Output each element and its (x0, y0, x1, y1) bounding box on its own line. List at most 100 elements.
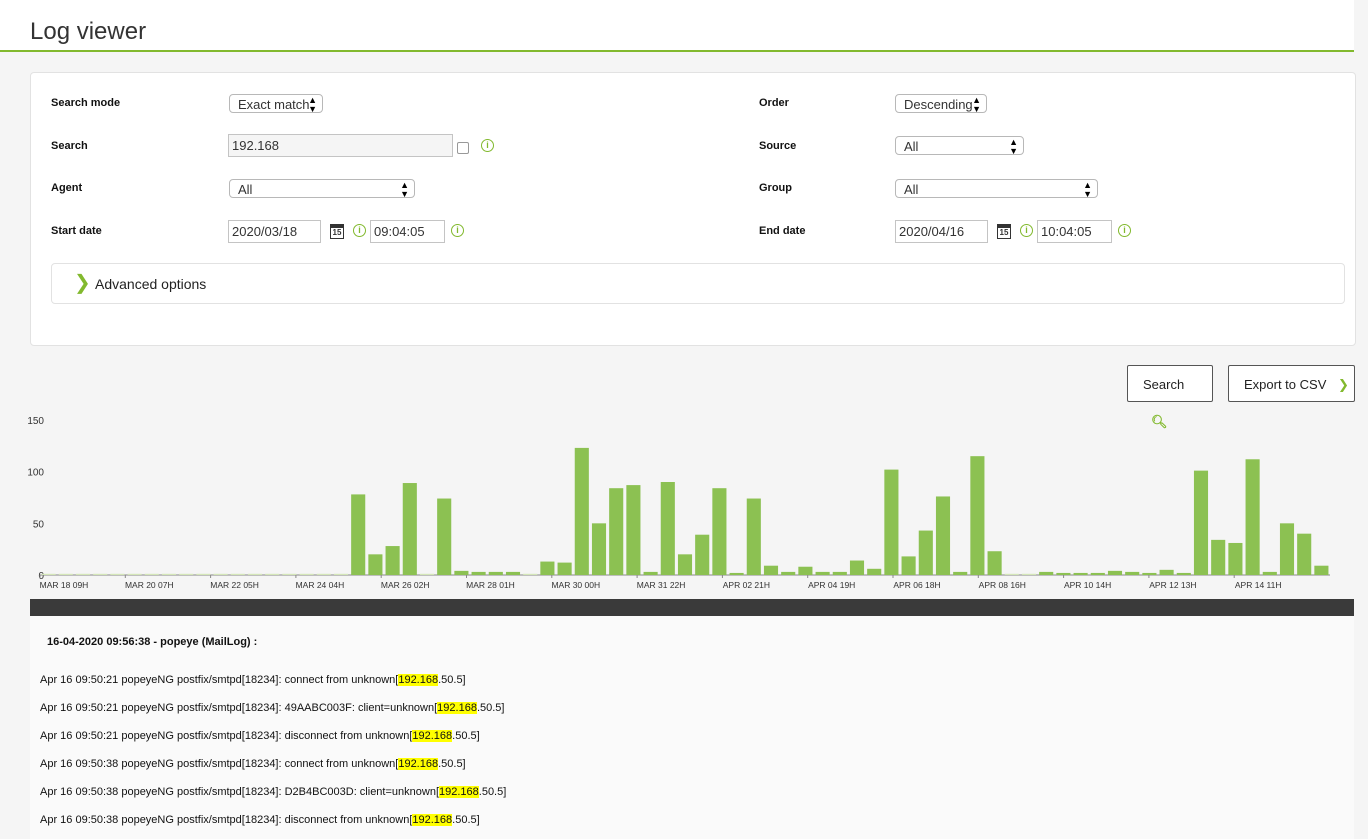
chart-bar (935, 496, 951, 575)
chart-bar (1245, 459, 1260, 575)
chart-bar (918, 530, 933, 575)
x-tick-label: APR 02 21H (723, 580, 770, 590)
log-entry-header: 16-04-2020 09:56:38 - popeye (MailLog) : (47, 636, 258, 648)
log-line: Apr 16 09:50:21 popeyeNG postfix/smtpd[1… (40, 674, 466, 686)
chart-bar (798, 566, 813, 575)
chart-bar (351, 494, 366, 575)
chart-bar (1211, 539, 1226, 575)
chart-bar (867, 568, 882, 575)
x-tick-label: MAR 22 05H (210, 580, 259, 590)
chart-bar (849, 560, 865, 575)
chart-bar (953, 571, 968, 575)
chart-bar (368, 554, 383, 575)
log-line-text: .50.5] (476, 702, 505, 714)
search-button[interactable]: Search 🔍︎ (1127, 365, 1213, 429)
chart-bar (505, 571, 521, 575)
chart-bar (1228, 542, 1243, 575)
log-line-text: Apr 16 09:50:21 popeyeNG postfix/smtpd[1… (40, 730, 413, 742)
order-select[interactable]: Descending ▲ ▼ (895, 94, 987, 114)
chart-bar (488, 571, 503, 575)
chart-bar (58, 573, 73, 575)
chart-bar (523, 573, 538, 575)
chart-bar (970, 456, 985, 575)
chart-bar (1073, 572, 1088, 575)
chart-bar (781, 571, 796, 575)
chart-bar (1056, 572, 1071, 575)
search-mode-select[interactable]: Exact match ▲ ▼ (229, 94, 323, 114)
advanced-options-toggle[interactable]: ❯ Advanced options (51, 263, 1345, 304)
start-date-input[interactable]: 2020/03/18 (228, 220, 321, 243)
group-select[interactable]: All ▲ ▼ (895, 179, 1098, 199)
select-arrows-icon: ▲ ▼ (400, 180, 409, 199)
search-mode-value: Exact match (238, 97, 310, 112)
log-line: Apr 16 09:50:38 popeyeNG postfix/smtpd[1… (40, 814, 480, 826)
chart-bar (419, 573, 435, 575)
chart-bar (385, 546, 400, 575)
chart-bar (901, 556, 916, 575)
start-time-input[interactable]: 09:04:05 (370, 220, 445, 243)
chart-bar (1107, 570, 1123, 575)
x-tick-label: MAR 26 02H (381, 580, 430, 590)
chart-bar (1176, 572, 1191, 575)
chart-bar (1090, 572, 1105, 575)
chart-bar (402, 483, 417, 575)
chart-bar (333, 573, 349, 575)
chart-bar (746, 498, 761, 575)
chart-bar (1297, 533, 1312, 575)
source-label: Source (759, 140, 797, 152)
log-line-text: .50.5] (438, 674, 466, 686)
y-tick-label: 150 (28, 416, 44, 427)
log-line-text: .50.5] (452, 730, 480, 742)
x-tick-label: MAR 30 00H (551, 580, 600, 590)
search-input[interactable]: 192.168 (228, 134, 453, 157)
source-select[interactable]: All ▲ ▼ (895, 136, 1024, 156)
chart-bar (41, 573, 56, 575)
group-label: Group (759, 182, 792, 194)
end-date-input[interactable]: 2020/04/16 (895, 220, 988, 243)
search-highlight: 192.168 (398, 674, 439, 686)
start-date-label: Start date (51, 225, 102, 237)
chart-bar (196, 573, 211, 575)
calendar-icon[interactable]: 15 (997, 224, 1011, 239)
page-title: Log viewer (30, 18, 147, 45)
x-tick-label: MAR 28 01H (466, 580, 515, 590)
group-value: All (904, 182, 919, 197)
search-highlight: 192.168 (439, 786, 479, 798)
chart-bar (712, 488, 727, 575)
chart-bar (1021, 573, 1037, 575)
log-line-text: Apr 16 09:50:38 popeyeNG postfix/smtpd[1… (40, 814, 413, 826)
calendar-icon[interactable]: 15 (330, 224, 344, 239)
log-line-text: .50.5] (478, 786, 507, 798)
chart-bar (574, 447, 589, 575)
chart-bar (832, 571, 847, 575)
chart-bar (454, 570, 469, 575)
log-line-text: Apr 16 09:50:38 popeyeNG postfix/smtpd[1… (40, 758, 399, 770)
x-tick-label: APR 10 14H (1064, 580, 1111, 590)
export-button-label: Export to CSV (1244, 377, 1327, 392)
x-tick-label: MAR 18 09H (40, 580, 89, 590)
chart-bar (299, 573, 314, 575)
chart-bar (179, 573, 194, 575)
log-toolbar (30, 599, 1354, 616)
x-tick-label: APR 14 11H (1235, 580, 1282, 590)
chart-bar (93, 573, 108, 575)
log-line: Apr 16 09:50:38 popeyeNG postfix/smtpd[1… (40, 786, 506, 798)
export-csv-button[interactable]: Export to CSV ❯ (1228, 365, 1355, 402)
agent-select[interactable]: All ▲ ▼ (229, 179, 415, 199)
chart-bar (316, 573, 331, 575)
search-button-label: Search (1143, 377, 1185, 392)
chart-bar (1279, 523, 1295, 575)
log-line-text: .50.5] (452, 814, 480, 826)
chart-bar (695, 534, 710, 575)
select-arrows-icon: ▲ ▼ (972, 95, 981, 114)
chart-bar (987, 551, 1002, 575)
regex-checkbox[interactable] (457, 142, 469, 154)
log-line-text: Apr 16 09:50:21 popeyeNG postfix/smtpd[1… (40, 674, 399, 686)
chart-bar (1314, 565, 1329, 575)
chart-bar (729, 572, 744, 575)
source-value: All (904, 139, 919, 154)
x-tick-label: APR 04 19H (808, 580, 855, 590)
chart-bar (1159, 569, 1174, 575)
order-value: Descending (904, 97, 973, 112)
end-time-input[interactable]: 10:04:05 (1037, 220, 1112, 243)
